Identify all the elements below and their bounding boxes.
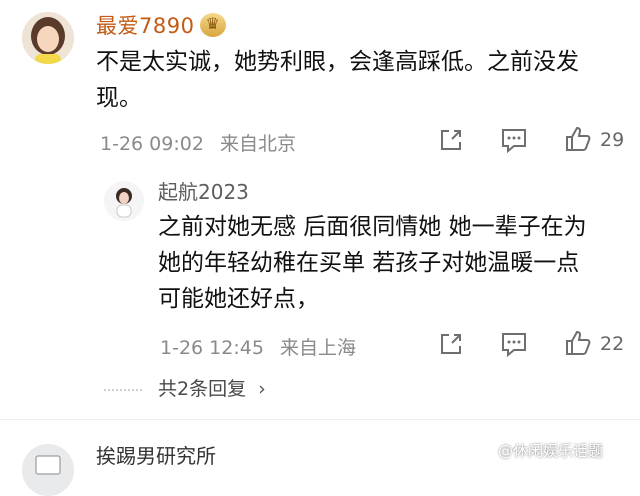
comment-time: 1-26 09:02 bbox=[100, 133, 204, 155]
reply-text-line: 她的年轻幼稚在买单 若孩子对她温暖一点 bbox=[158, 250, 580, 276]
comment-location: 来自北京 bbox=[219, 133, 296, 155]
comment-icon bbox=[502, 333, 526, 358]
comment-meta: 1-26 09:02 来自北京 bbox=[100, 129, 296, 156]
crown-icon bbox=[200, 13, 227, 37]
comment-text-line: 现。 bbox=[96, 85, 142, 111]
reply-like-button[interactable] bbox=[564, 329, 592, 361]
next-comment-author[interactable]: 挨踢男研究所 bbox=[96, 440, 216, 469]
commenter-avatar[interactable] bbox=[22, 12, 74, 64]
reply-share-button[interactable] bbox=[438, 331, 464, 361]
more-replies-link[interactable]: 共2条回复 › bbox=[158, 374, 266, 401]
next-commenter-avatar[interactable] bbox=[22, 444, 74, 496]
avatar-illustration bbox=[22, 444, 74, 496]
reply-time: 1-26 12:45 bbox=[160, 337, 264, 359]
author-name[interactable]: 最爱7890 bbox=[96, 14, 194, 38]
comment-text: 不是太实诚，她势利眼，会逢高踩低。之前没发 现。 bbox=[96, 44, 626, 116]
share-icon bbox=[441, 130, 461, 150]
comment-author[interactable]: 最爱7890 bbox=[96, 10, 227, 40]
reply-comment-button[interactable] bbox=[500, 331, 528, 361]
reply-like-count: 22 bbox=[600, 333, 625, 355]
like-button[interactable] bbox=[564, 125, 592, 157]
share-button[interactable] bbox=[438, 127, 464, 157]
section-divider bbox=[0, 419, 640, 420]
dotted-separator bbox=[104, 389, 142, 391]
comment-text-line: 不是太实诚，她势利眼，会逢高踩低。之前没发 bbox=[96, 49, 579, 75]
reply-meta: 1-26 12:45 来自上海 bbox=[160, 333, 356, 360]
chevron-right-icon: › bbox=[258, 378, 266, 400]
reply-location: 来自上海 bbox=[279, 337, 356, 359]
share-icon bbox=[441, 334, 461, 354]
reply-avatar[interactable] bbox=[104, 181, 144, 221]
like-icon bbox=[566, 330, 591, 355]
avatar-illustration bbox=[104, 181, 144, 221]
reply-text: 之前对她无感 后面很同情她 她一辈子在为 她的年轻幼稚在买单 若孩子对她温暖一点… bbox=[158, 209, 628, 317]
more-replies-label: 共2条回复 bbox=[158, 378, 247, 400]
comment-button[interactable] bbox=[500, 127, 528, 157]
avatar-illustration bbox=[22, 12, 74, 64]
reply-author[interactable]: 起航2023 bbox=[158, 176, 249, 205]
watermark-text: @休闲娱乐话题 bbox=[498, 442, 604, 460]
reply-text-line: 之前对她无感 后面很同情她 她一辈子在为 bbox=[158, 214, 587, 240]
like-count: 29 bbox=[600, 129, 625, 151]
comment-icon bbox=[502, 129, 526, 154]
like-icon bbox=[566, 126, 591, 151]
reply-text-line: 可能她还好点， bbox=[158, 286, 319, 312]
